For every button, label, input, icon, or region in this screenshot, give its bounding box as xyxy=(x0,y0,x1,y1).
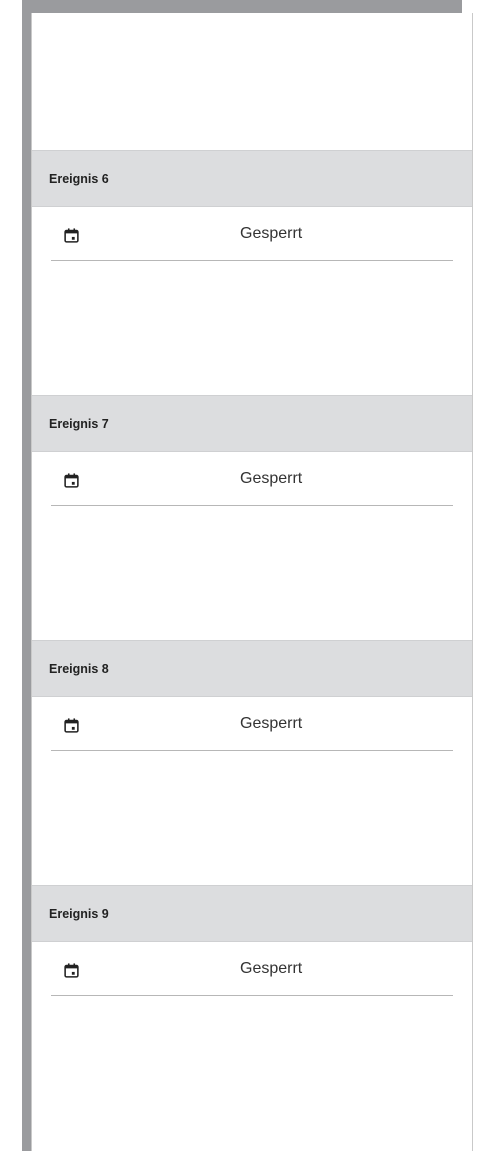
event-status: Gesperrt xyxy=(240,960,303,977)
calendar-icon[interactable] xyxy=(63,472,80,489)
event-header: Ereignis 6 xyxy=(32,150,472,207)
event-header: Ereignis 7 xyxy=(32,395,472,452)
event-header: Ereignis 9 xyxy=(32,885,472,942)
event-row[interactable]: Gesperrt xyxy=(51,699,453,751)
event-section: Ereignis 9 xyxy=(32,885,472,942)
event-section: Ereignis 8 xyxy=(32,640,472,697)
event-section: Ereignis 6 xyxy=(32,150,472,207)
event-row[interactable]: Gesperrt xyxy=(51,209,453,261)
event-status: Gesperrt xyxy=(240,225,303,242)
calendar-icon[interactable] xyxy=(63,717,80,734)
calendar-icon[interactable] xyxy=(63,227,80,244)
event-row[interactable]: Gesperrt xyxy=(51,454,453,506)
event-section: Ereignis 7 xyxy=(32,395,472,452)
calendar-icon[interactable] xyxy=(63,962,80,979)
event-status: Gesperrt xyxy=(240,715,303,732)
event-list-panel: Ereignis 6 Gesperrt Ereignis 7 Gesperrt … xyxy=(31,13,473,1151)
event-status: Gesperrt xyxy=(240,470,303,487)
event-row[interactable]: Gesperrt xyxy=(51,944,453,996)
event-header: Ereignis 8 xyxy=(32,640,472,697)
